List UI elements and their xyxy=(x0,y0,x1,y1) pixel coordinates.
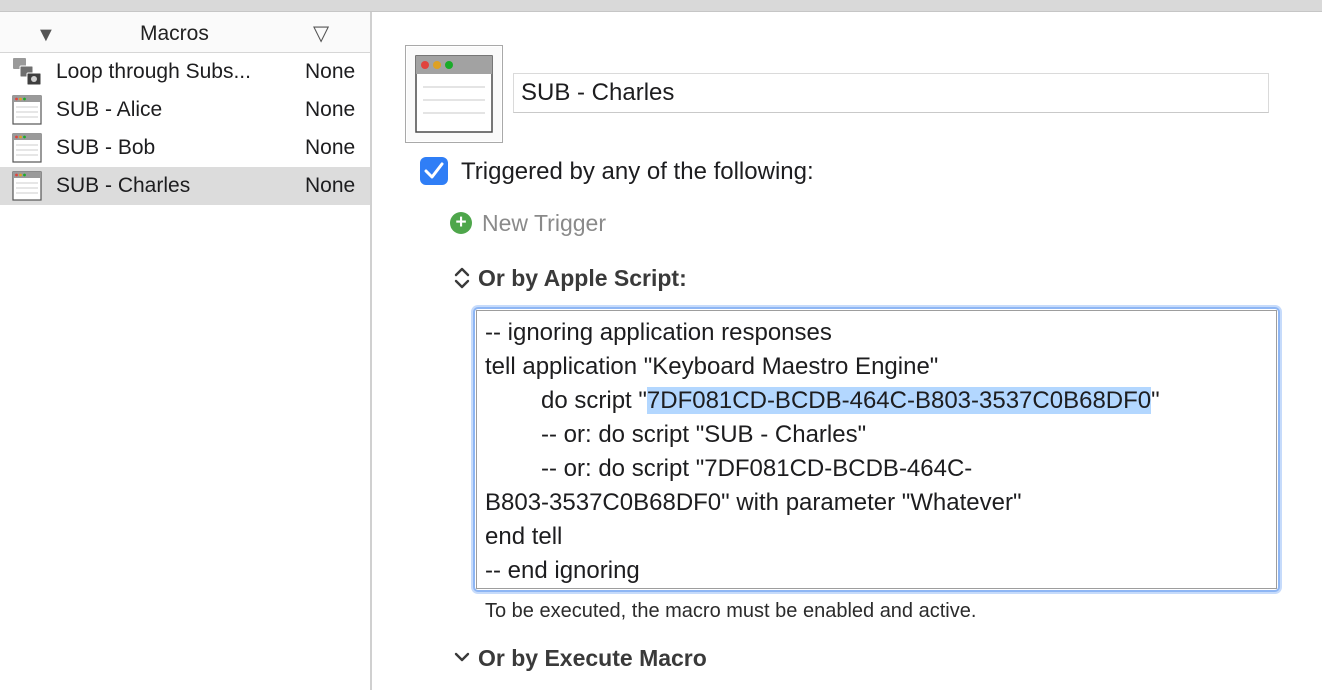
macro-row-loop[interactable]: Loop through Subs... None xyxy=(0,53,370,91)
window-icon xyxy=(12,133,42,163)
script-line: -- or: do script "SUB - Charles" xyxy=(541,421,867,448)
script-line: end tell xyxy=(485,523,563,550)
script-line: -- ignoring application responses xyxy=(485,319,832,346)
macro-name-field[interactable] xyxy=(513,73,1269,113)
macro-row-bob[interactable]: SUB - Bob None xyxy=(0,129,370,167)
window-icon xyxy=(12,95,42,125)
script-line: tell application "Keyboard Maestro Engin… xyxy=(485,353,939,380)
chevron-up-down-icon[interactable] xyxy=(452,265,472,291)
script-line: -- end ignoring xyxy=(485,557,640,584)
macro-editor: Triggered by any of the following: + New… xyxy=(372,12,1322,690)
title-bar-strip xyxy=(0,0,1322,12)
script-line: do script "7DF081CD-BCDB-464C-B803-3537C… xyxy=(485,384,1275,418)
apple-script-code[interactable]: -- ignoring application responses tell ap… xyxy=(485,316,1275,588)
macro-name: SUB - Charles xyxy=(56,174,191,197)
macros-column-title[interactable]: Macros xyxy=(140,22,209,46)
macro-icon-well[interactable] xyxy=(405,45,503,143)
add-circle-icon[interactable]: + xyxy=(450,212,472,234)
script-line: -- or: do script "7DF081CD-BCDB-464C- xyxy=(541,455,973,482)
macro-status: None xyxy=(305,136,356,159)
chevron-down-icon[interactable] xyxy=(453,650,471,664)
macros-sidebar: ▼ Macros ▽ Loop through Subs... None SUB… xyxy=(0,12,370,690)
macro-status: None xyxy=(305,98,356,121)
macro-row-alice[interactable]: SUB - Alice None xyxy=(0,91,370,129)
script-line-suffix: " xyxy=(1151,387,1160,414)
macro-name: Loop through Subs... xyxy=(56,60,251,83)
apple-script-section-header[interactable]: Or by Apple Script: xyxy=(478,265,687,291)
macro-name: SUB - Bob xyxy=(56,136,156,159)
execution-hint: To be executed, the macro must be enable… xyxy=(485,600,977,622)
apple-script-textarea[interactable]: -- ignoring application responses tell ap… xyxy=(473,307,1280,592)
macro-status: None xyxy=(305,60,356,83)
checkmark-icon xyxy=(424,162,444,179)
script-line: B803-3537C0B68DF0" with parameter "Whate… xyxy=(485,489,1022,516)
new-trigger-button[interactable]: New Trigger xyxy=(482,210,606,236)
macro-status: None xyxy=(305,174,356,197)
macro-group-icon xyxy=(13,58,42,86)
execute-macro-section-header[interactable]: Or by Execute Macro xyxy=(478,645,707,671)
macro-row-charles[interactable]: SUB - Charles None xyxy=(0,167,370,205)
selected-uuid-text: 7DF081CD-BCDB-464C-B803-3537C0B68DF0 xyxy=(646,387,1152,414)
triangle-down-icon[interactable]: ▼ xyxy=(36,23,56,47)
window-icon xyxy=(12,171,42,201)
triggered-label: Triggered by any of the following: xyxy=(461,158,814,185)
script-line-prefix: do script " xyxy=(541,387,647,414)
macro-name: SUB - Alice xyxy=(56,98,163,121)
macros-list-header: ▼ Macros ▽ xyxy=(0,12,370,53)
window-icon xyxy=(415,55,493,133)
triggered-checkbox[interactable] xyxy=(420,157,448,185)
triangle-down-outline-icon[interactable]: ▽ xyxy=(313,22,329,46)
